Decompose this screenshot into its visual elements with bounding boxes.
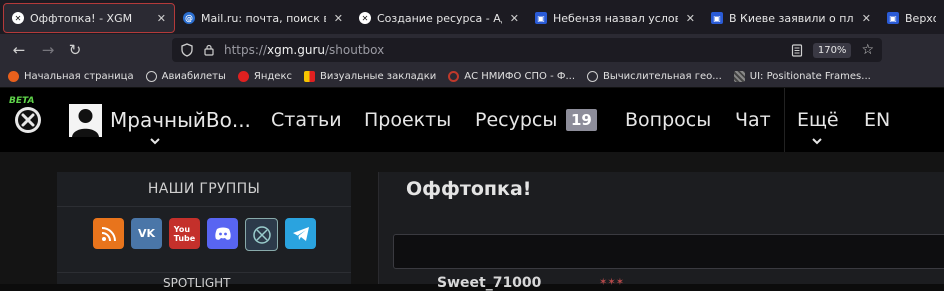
zoom-level[interactable]: 170%: [812, 42, 852, 58]
tab-title: Оффтопка! - XGM: [30, 11, 133, 25]
resources-count-badge: 19: [566, 109, 597, 131]
username[interactable]: МрачныйВо...: [110, 108, 251, 132]
circle-logo-icon: [448, 71, 460, 82]
url-path: /shoutbox: [325, 43, 385, 57]
bookmark-item[interactable]: Начальная страница: [8, 71, 134, 82]
bookmark-label: Яндекс: [253, 71, 292, 82]
vk-icon[interactable]: VK: [131, 218, 162, 249]
tab-title: Mail.ru: почта, поиск в интерн: [201, 11, 326, 25]
browser-navbar: ← → ↻ https://xgm.guru/shoutbox 170% ☆: [0, 34, 944, 66]
beta-label: BETA: [9, 96, 35, 106]
bookmark-label: UI: Positionate Frames...: [749, 71, 871, 82]
tab-title: Создание ресурса - Админист: [377, 11, 502, 25]
yandex-icon: [237, 71, 249, 82]
nav-questions[interactable]: Вопросы: [625, 109, 711, 131]
bookmark-item[interactable]: Визуальные закладки: [304, 71, 436, 82]
groups-panel: НАШИ ГРУППЫ VK You Tube SPOTLIGHT: [57, 172, 351, 290]
bookmark-item[interactable]: Авиабилеты: [145, 71, 226, 82]
avatar[interactable]: [69, 104, 102, 137]
nav-divider: [784, 88, 785, 152]
image-icon: [733, 71, 745, 82]
youtube-icon[interactable]: You Tube: [169, 218, 200, 249]
nav-chat[interactable]: Чат: [735, 109, 771, 131]
bookmark-item[interactable]: UI: Positionate Frames...: [733, 71, 871, 82]
bookmark-star-icon[interactable]: ☆: [861, 42, 874, 58]
discord-icon[interactable]: [207, 218, 238, 249]
page-content: НАШИ ГРУППЫ VK You Tube SPOTLIGHT Оффтопк…: [0, 152, 944, 291]
bookmark-label: Начальная страница: [24, 71, 134, 82]
bookmark-label: АС НМИФО СПО - Ф...: [464, 71, 576, 82]
close-icon[interactable]: ✕: [510, 12, 519, 25]
bookmarks-toolbar: Начальная страница Авиабилеты Яндекс Виз…: [0, 66, 944, 88]
nav-resources[interactable]: Ресурсы: [475, 109, 557, 131]
address-bar[interactable]: https://xgm.guru/shoutbox 170% ☆: [172, 38, 882, 62]
panel-divider: [57, 272, 351, 273]
shoutbox-panel: Оффтопка! Sweet_71000 ✶✶✶: [378, 172, 944, 291]
nav-language[interactable]: EN: [864, 109, 890, 131]
news-icon: ▣: [711, 12, 723, 24]
bookmark-item[interactable]: Яндекс: [237, 71, 292, 82]
chevron-down-icon[interactable]: [150, 137, 160, 145]
shield-icon[interactable]: [180, 43, 194, 57]
bookmark-label: Визуальные закладки: [320, 71, 437, 82]
user-silhouette-icon: [72, 109, 99, 137]
tab-mailru[interactable]: @ Mail.ru: почта, поиск в интерн ✕: [175, 3, 351, 33]
bookmark-item[interactable]: Вычислительная гео...: [587, 71, 722, 82]
bookmark-label: Вычислительная гео...: [603, 71, 722, 82]
bookmark-label: Авиабилеты: [161, 71, 226, 82]
globe-icon: [145, 71, 157, 82]
page-title: Оффтопка!: [406, 178, 532, 200]
tab-create-resource[interactable]: ✕ Создание ресурса - Админист ✕: [351, 3, 527, 33]
xgm-icon: ✕: [359, 12, 371, 24]
reload-icon[interactable]: ↻: [65, 40, 85, 60]
lock-icon[interactable]: [204, 44, 214, 56]
xgm-logo-icon[interactable]: [14, 106, 42, 134]
tab-title: Небензя назвал условия для з: [553, 11, 678, 25]
social-links: VK You Tube: [93, 218, 316, 251]
url-scheme: https://: [224, 43, 268, 57]
rank-stars-icon: ✶✶✶: [599, 277, 625, 288]
rss-icon[interactable]: [93, 218, 124, 249]
globe-icon: [587, 71, 599, 82]
back-arrow-icon[interactable]: ←: [9, 40, 29, 60]
tab-news-kiev[interactable]: ▣ В Киеве заявили о планах Фра ✕: [703, 3, 879, 33]
firefox-icon: [8, 71, 19, 82]
news-icon: ▣: [535, 12, 547, 24]
tab-offtopka[interactable]: ✕ Оффтопка! - XGM ✕: [3, 3, 175, 33]
groups-heading: НАШИ ГРУППЫ: [57, 172, 351, 207]
tab-title: В Киеве заявили о планах Фра: [729, 11, 854, 25]
close-icon[interactable]: ✕: [157, 12, 166, 25]
telegram-icon[interactable]: [285, 218, 316, 249]
address-bar-actions: 170% ☆: [791, 38, 874, 62]
tab-title: Верховны: [905, 11, 936, 25]
forward-arrow-icon[interactable]: →: [38, 40, 58, 60]
browser-tab-strip: ✕ Оффтопка! - XGM ✕ @ Mail.ru: почта, по…: [0, 0, 944, 34]
close-icon[interactable]: ✕: [862, 12, 871, 25]
close-icon[interactable]: ✕: [334, 12, 343, 25]
chevron-down-icon[interactable]: [812, 137, 822, 145]
news-icon: ▣: [887, 12, 899, 24]
url-host: xgm.guru: [267, 43, 325, 57]
nav-more[interactable]: Ещё: [797, 109, 839, 131]
url-text[interactable]: https://xgm.guru/shoutbox: [224, 43, 384, 57]
reader-view-icon[interactable]: [791, 43, 803, 57]
bookmark-flag-icon: [304, 71, 315, 82]
message-input[interactable]: [393, 234, 944, 269]
tab-news-verkhovny[interactable]: ▣ Верховны: [879, 3, 944, 33]
close-icon[interactable]: ✕: [686, 12, 695, 25]
nav-articles[interactable]: Статьи: [271, 109, 342, 131]
message-author[interactable]: Sweet_71000: [437, 275, 541, 291]
tab-news-nebenzya[interactable]: ▣ Небензя назвал условия для з ✕: [527, 3, 703, 33]
spotlight-heading: SPOTLIGHT: [163, 276, 231, 290]
bookmark-item[interactable]: АС НМИФО СПО - Ф...: [448, 71, 575, 82]
xgm-icon: ✕: [12, 12, 24, 24]
site-header: BETA МрачныйВо... Статьи Проекты Ресурсы…: [0, 88, 944, 152]
nav-projects[interactable]: Проекты: [364, 109, 451, 131]
xgm-social-icon[interactable]: [245, 218, 278, 251]
mail-icon: @: [183, 12, 195, 24]
